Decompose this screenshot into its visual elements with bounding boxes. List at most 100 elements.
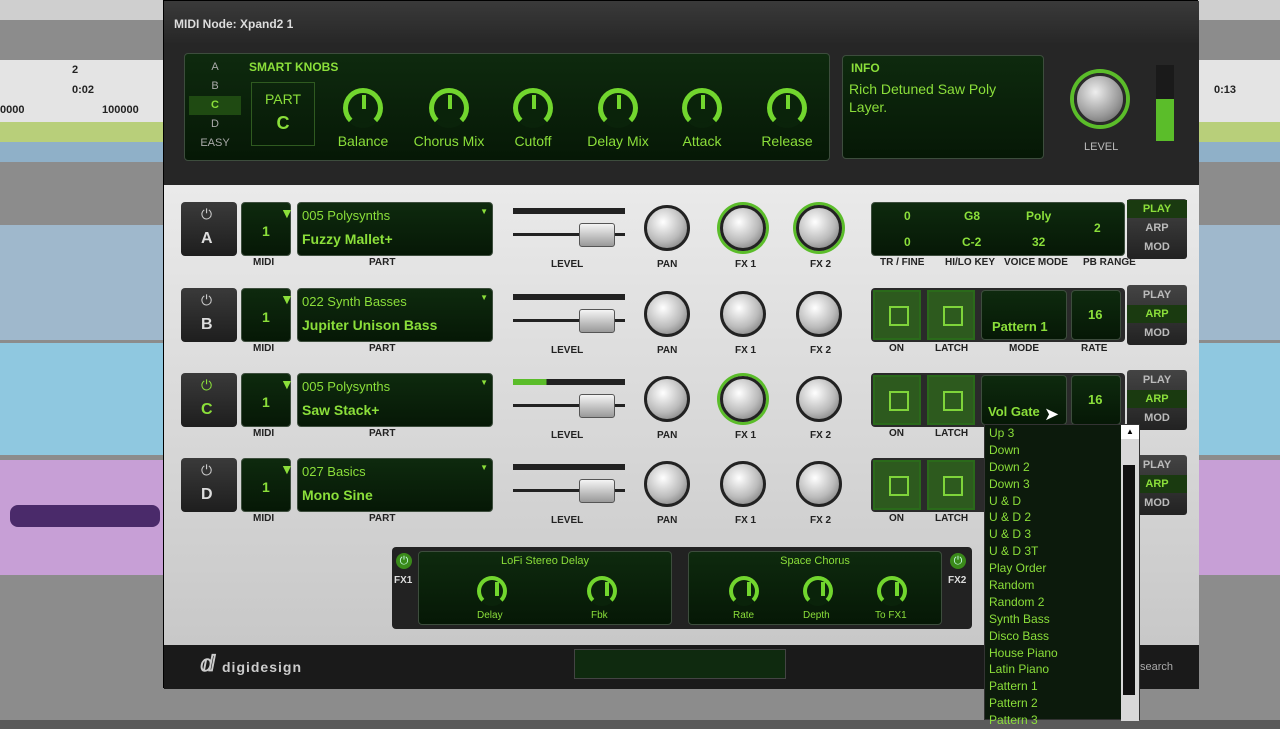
dropdown-item[interactable]: U & D (985, 493, 1139, 510)
balance-knob[interactable] (343, 88, 383, 128)
midi-channel-c[interactable]: 1 ▼ (241, 373, 294, 427)
dropdown-item[interactable]: Play Order (985, 560, 1139, 577)
part-button-c[interactable]: C (189, 96, 241, 115)
midi-channel-a[interactable]: 1 ▼ (241, 202, 294, 256)
patch-selector-b[interactable]: 022 Synth Basses Jupiter Unison Bass ▼ (297, 288, 493, 342)
dropdown-item[interactable]: Pattern 2 (985, 695, 1139, 712)
arp-latch-pad[interactable] (927, 460, 975, 510)
fx2-knob-c[interactable] (796, 376, 842, 422)
fx2-knob-a[interactable] (796, 205, 842, 251)
fx1-knob-a[interactable] (720, 205, 766, 251)
arp-latch-pad[interactable] (927, 290, 975, 340)
search-link[interactable]: search (1140, 661, 1173, 673)
dropdown-item[interactable]: Pattern 1 (985, 678, 1139, 695)
fx1-knob-c[interactable] (720, 376, 766, 422)
arp-rate-selector[interactable]: 16 (1071, 375, 1121, 425)
power-icon[interactable]: ⏻ (201, 377, 212, 394)
fx1-knob-d[interactable] (720, 461, 766, 507)
part-button-b[interactable]: B (189, 77, 241, 96)
level-fader-a[interactable] (511, 202, 641, 252)
dropdown-item[interactable]: Pattern 3 (985, 712, 1139, 729)
channel-a[interactable]: ⏻ A (181, 202, 237, 256)
feedback-knob[interactable] (587, 576, 617, 606)
fx2-knob-b[interactable] (796, 291, 842, 337)
fx2-power-icon[interactable]: ⏻ (950, 553, 966, 569)
power-icon[interactable]: ⏻ (201, 462, 212, 479)
power-icon[interactable]: ⏻ (201, 292, 212, 309)
dropdown-item[interactable]: Random (985, 577, 1139, 594)
pan-knob-c[interactable] (644, 376, 690, 422)
attack-knob[interactable] (682, 88, 722, 128)
voice-mode-value[interactable]: Poly (1026, 209, 1051, 223)
part-button-d[interactable]: D (189, 115, 241, 134)
dropdown-item[interactable]: U & D 3T (985, 543, 1139, 560)
voices-value[interactable]: 32 (1032, 235, 1045, 249)
dropdown-item[interactable]: Synth Bass (985, 611, 1139, 628)
chorus-mix-knob[interactable] (429, 88, 469, 128)
level-fader-c[interactable] (511, 373, 641, 423)
play-button[interactable]: PLAY (1127, 200, 1187, 218)
dropdown-scrollbar[interactable]: ▲ (1121, 425, 1139, 721)
fx1-name[interactable]: LoFi Stereo Delay (419, 555, 671, 567)
mod-button[interactable]: MOD (1127, 238, 1187, 256)
level-fader-b[interactable] (511, 288, 641, 338)
play-button[interactable]: PLAY (1127, 286, 1187, 304)
midi-channel-b[interactable]: 1 ▼ (241, 288, 294, 342)
patch-selector-a[interactable]: 005 Polysynths Fuzzy Mallet+ ▼ (297, 202, 493, 256)
mod-button[interactable]: MOD (1127, 324, 1187, 342)
fx1-knob-b[interactable] (720, 291, 766, 337)
fine-value[interactable]: 0 (904, 235, 911, 249)
dropdown-item[interactable]: Down 2 (985, 459, 1139, 476)
to-fx1-knob[interactable] (877, 576, 907, 606)
fx1-power-icon[interactable]: ⏻ (396, 553, 412, 569)
patch-selector-d[interactable]: 027 Basics Mono Sine ▼ (297, 458, 493, 512)
chorus-depth-knob[interactable] (803, 576, 833, 606)
scroll-up-icon[interactable]: ▲ (1121, 425, 1139, 439)
arp-on-pad[interactable] (873, 290, 921, 340)
arp-latch-pad[interactable] (927, 375, 975, 425)
channel-d[interactable]: ⏻ D (181, 458, 237, 512)
pan-knob-a[interactable] (644, 205, 690, 251)
fader-cap[interactable] (579, 223, 615, 247)
channel-b[interactable]: ⏻ B (181, 288, 237, 342)
transpose-value[interactable]: 0 (904, 209, 911, 223)
easy-button[interactable]: EASY (189, 134, 241, 153)
delay-knob[interactable] (477, 576, 507, 606)
arp-button[interactable]: ARP (1127, 390, 1187, 408)
fx2-name[interactable]: Space Chorus (689, 555, 941, 567)
dropdown-item[interactable]: Latin Piano (985, 661, 1139, 678)
dropdown-item[interactable]: U & D 2 (985, 509, 1139, 526)
arp-rate-selector[interactable]: 16 (1071, 290, 1121, 340)
arp-mode-dropdown[interactable]: ▲ Up 3 Down Down 2 Down 3 U & D U & D 2 … (984, 424, 1140, 727)
arp-on-pad[interactable] (873, 375, 921, 425)
midi-channel-d[interactable]: 1 ▼ (241, 458, 294, 512)
fx2-knob-d[interactable] (796, 461, 842, 507)
hi-key-value[interactable]: G8 (964, 209, 980, 223)
delay-mix-knob[interactable] (598, 88, 638, 128)
level-fader-d[interactable] (511, 458, 641, 508)
play-button[interactable]: PLAY (1127, 371, 1187, 389)
arp-on-pad[interactable] (873, 460, 921, 510)
lo-key-value[interactable]: C-2 (962, 235, 981, 249)
pan-knob-b[interactable] (644, 291, 690, 337)
arp-mode-selector[interactable]: Pattern 1 (981, 290, 1067, 340)
part-button-a[interactable]: A (189, 58, 241, 77)
fader-cap[interactable] (579, 394, 615, 418)
cutoff-knob[interactable] (513, 88, 553, 128)
dropdown-item[interactable]: Random 2 (985, 594, 1139, 611)
dropdown-item[interactable]: House Piano (985, 645, 1139, 662)
release-knob[interactable] (767, 88, 807, 128)
fader-cap[interactable] (579, 479, 615, 503)
dropdown-item[interactable]: Down (985, 442, 1139, 459)
arp-button[interactable]: ARP (1127, 305, 1187, 323)
dropdown-item[interactable]: Down 3 (985, 476, 1139, 493)
dropdown-item[interactable]: Up 3 (985, 425, 1139, 442)
pan-knob-d[interactable] (644, 461, 690, 507)
master-level-knob[interactable] (1074, 73, 1126, 125)
dropdown-item[interactable]: U & D 3 (985, 526, 1139, 543)
scroll-thumb[interactable] (1123, 465, 1135, 695)
chorus-rate-knob[interactable] (729, 576, 759, 606)
arp-button[interactable]: ARP (1127, 219, 1187, 237)
patch-selector-c[interactable]: 005 Polysynths Saw Stack+ ▼ (297, 373, 493, 427)
pb-range-value[interactable]: 2 (1094, 221, 1101, 235)
